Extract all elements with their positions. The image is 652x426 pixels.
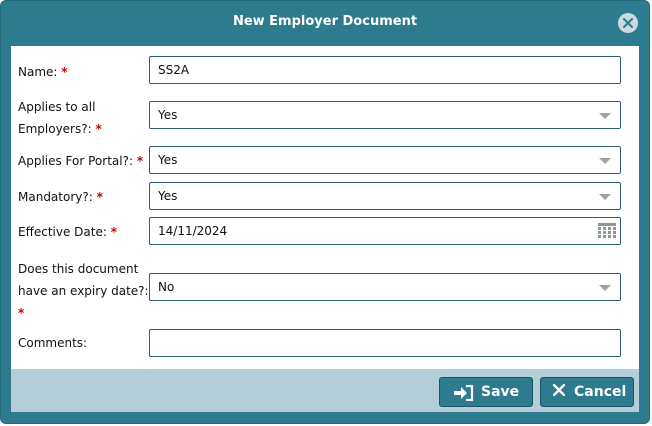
comments-input[interactable]: [149, 329, 621, 357]
dialog-body: Name: * SS2A Applies to all Employers?: …: [11, 46, 639, 369]
mandatory-label: Mandatory?: *: [18, 190, 103, 204]
required-marker: *: [61, 65, 68, 79]
save-label: Save: [481, 384, 520, 400]
expiry-select[interactable]: No: [149, 273, 621, 301]
comments-label: Comments:: [18, 336, 88, 350]
effective-date-input[interactable]: 14/11/2024: [149, 217, 621, 245]
expiry-value: No: [158, 280, 175, 294]
chevron-down-icon: [599, 158, 611, 164]
required-marker: *: [18, 306, 25, 320]
x-icon: [553, 384, 565, 396]
mandatory-value: Yes: [158, 189, 178, 203]
close-button[interactable]: [618, 13, 638, 33]
sign-in-icon: [454, 385, 474, 401]
name-label: Name: *: [18, 65, 68, 79]
name-value: SS2A: [158, 63, 190, 77]
effective-date-label: Effective Date: *: [18, 225, 118, 239]
applies-portal-value: Yes: [158, 153, 178, 167]
effective-date-value: 14/11/2024: [158, 224, 228, 238]
calendar-icon[interactable]: [598, 223, 616, 239]
required-marker: *: [110, 225, 118, 239]
cancel-label: Cancel: [574, 384, 627, 400]
employer-document-dialog: New Employer Document Name: * SS2A Appli…: [0, 0, 650, 424]
close-icon: [623, 18, 633, 28]
required-marker: *: [136, 154, 144, 168]
save-button[interactable]: Save: [439, 377, 533, 407]
applies-all-label: Applies to all Employers?: *: [18, 100, 102, 136]
dialog-titlebar: New Employer Document: [1, 1, 649, 45]
mandatory-select[interactable]: Yes: [149, 182, 621, 210]
chevron-down-icon: [599, 113, 611, 119]
applies-portal-select[interactable]: Yes: [149, 146, 621, 174]
required-marker: *: [95, 122, 102, 136]
applies-all-select[interactable]: Yes: [149, 101, 621, 129]
applies-portal-label: Applies For Portal?: *: [18, 154, 144, 168]
chevron-down-icon: [599, 285, 611, 291]
cancel-button[interactable]: Cancel: [540, 377, 634, 407]
required-marker: *: [96, 190, 103, 204]
dialog-footer: Save Cancel: [11, 369, 639, 412]
dialog-title: New Employer Document: [232, 14, 418, 29]
expiry-label: Does this document have an expiry date?:…: [18, 258, 149, 324]
name-input[interactable]: SS2A: [149, 56, 621, 84]
applies-all-value: Yes: [158, 108, 178, 122]
chevron-down-icon: [599, 194, 611, 200]
